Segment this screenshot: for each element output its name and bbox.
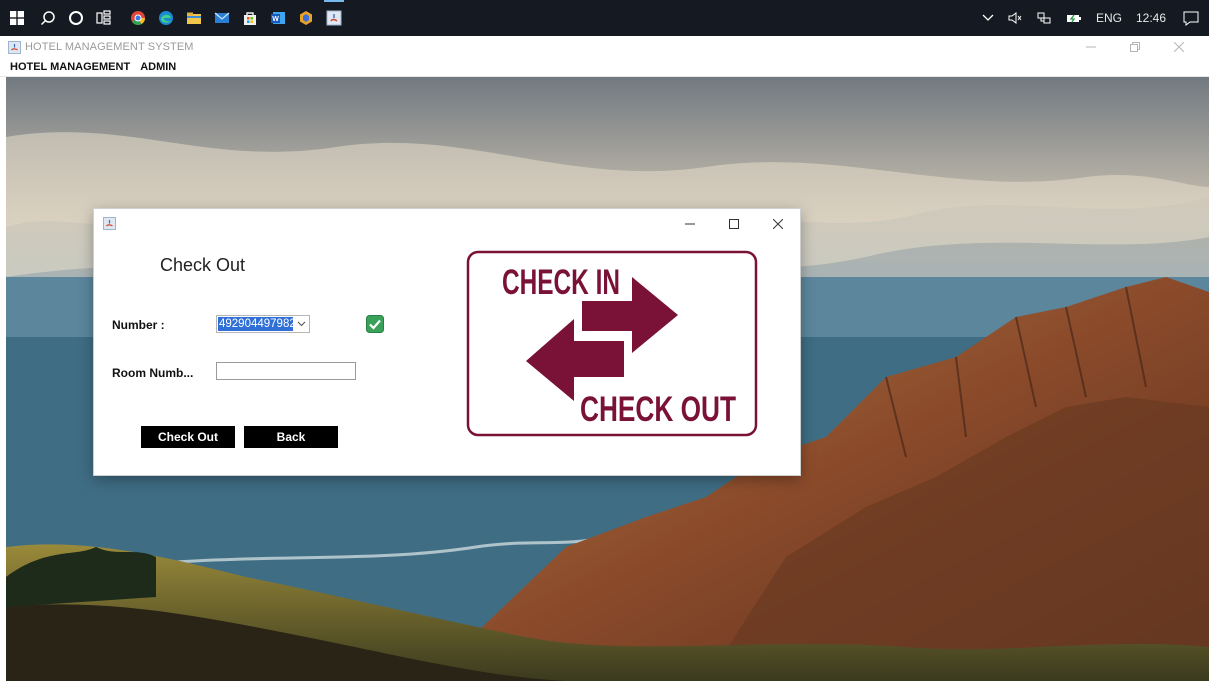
task-view-button[interactable] [90, 0, 118, 36]
notification-icon [1183, 11, 1199, 26]
app-title: HOTEL MANAGEMENT SYSTEM [25, 41, 194, 53]
check-out-dialog: Check Out Number : 492904497982 Room Num… [94, 209, 800, 475]
number-label: Number : [112, 318, 165, 332]
chrome-taskbar-button[interactable] [124, 0, 152, 36]
room-number-label: Room Numb... [112, 366, 194, 380]
input-language-indicator[interactable]: ENG [1096, 11, 1122, 25]
battery-button[interactable] [1066, 12, 1082, 24]
check-button[interactable] [366, 315, 384, 333]
java-app-icon [8, 40, 21, 54]
number-combobox[interactable]: 492904497982 [216, 315, 310, 333]
chrome-icon [131, 11, 145, 25]
green-check-icon [366, 315, 384, 333]
volume-button[interactable] [1008, 12, 1022, 24]
store-bag-icon [244, 12, 256, 25]
battery-charging-icon [1066, 14, 1081, 23]
menu-hotel-management[interactable]: HOTEL MANAGEMENT [10, 61, 130, 73]
mail-taskbar-button[interactable] [208, 0, 236, 36]
cortana-button[interactable] [62, 0, 90, 36]
file-explorer-taskbar-button[interactable] [180, 0, 208, 36]
maximize-icon [729, 219, 739, 229]
mail-icon [214, 12, 230, 23]
word-taskbar-button[interactable]: W [264, 0, 292, 36]
close-icon [1173, 41, 1185, 52]
folder-icon [187, 12, 201, 24]
back-button[interactable]: Back [244, 426, 338, 448]
banner-check-in-text: CHECK IN [502, 263, 620, 302]
minimize-icon [685, 223, 695, 225]
speaker-muted-icon [1008, 12, 1022, 24]
chevron-down-icon[interactable] [293, 321, 309, 327]
search-button[interactable] [34, 0, 62, 36]
start-button[interactable] [0, 0, 34, 36]
hexagon-app-icon [300, 11, 312, 25]
dialog-minimize-button[interactable] [668, 209, 712, 239]
check-out-button[interactable]: Check Out [141, 426, 235, 448]
check-in-check-out-banner: CHECK IN CHECK OUT [466, 250, 758, 437]
minimize-button[interactable] [1069, 40, 1113, 55]
close-button[interactable] [1157, 40, 1201, 55]
edge-taskbar-button[interactable] [152, 0, 180, 36]
menubar: HOTEL MANAGEMENT ADMIN [0, 58, 1209, 77]
chevron-down-icon [982, 14, 994, 21]
search-icon [40, 11, 55, 26]
edge-icon [159, 11, 173, 25]
task-view-icon [96, 10, 111, 25]
network-button[interactable] [1036, 12, 1052, 24]
network-icon [1037, 12, 1051, 24]
show-hidden-icons-button[interactable] [982, 14, 994, 22]
menu-admin[interactable]: ADMIN [140, 61, 176, 73]
taskbar: W ENG 12:46 [0, 0, 1209, 36]
number-combobox-value: 492904497982 [218, 317, 294, 331]
app-titlebar: HOTEL MANAGEMENT SYSTEM [0, 36, 1209, 58]
restore-icon [1130, 41, 1140, 52]
clock[interactable]: 12:46 [1136, 11, 1166, 25]
cortana-icon [69, 11, 83, 25]
java-app-taskbar-button[interactable] [320, 0, 348, 36]
app-taskbar-button[interactable] [292, 0, 320, 36]
store-taskbar-button[interactable] [236, 0, 264, 36]
java-app-icon [326, 10, 342, 26]
svg-text:W: W [272, 16, 279, 23]
word-icon: W [271, 12, 285, 24]
windows-icon [10, 11, 24, 25]
dialog-maximize-button[interactable] [712, 209, 756, 239]
java-app-icon [103, 217, 116, 230]
banner-check-out-text: CHECK OUT [580, 390, 736, 429]
dialog-close-button[interactable] [756, 209, 800, 239]
close-icon [773, 219, 783, 229]
restore-button[interactable] [1113, 40, 1157, 55]
minimize-icon [1086, 46, 1096, 47]
dialog-titlebar[interactable] [94, 209, 800, 239]
dialog-heading: Check Out [160, 255, 246, 275]
room-number-field[interactable] [216, 362, 356, 380]
action-center-button[interactable] [1173, 0, 1209, 36]
